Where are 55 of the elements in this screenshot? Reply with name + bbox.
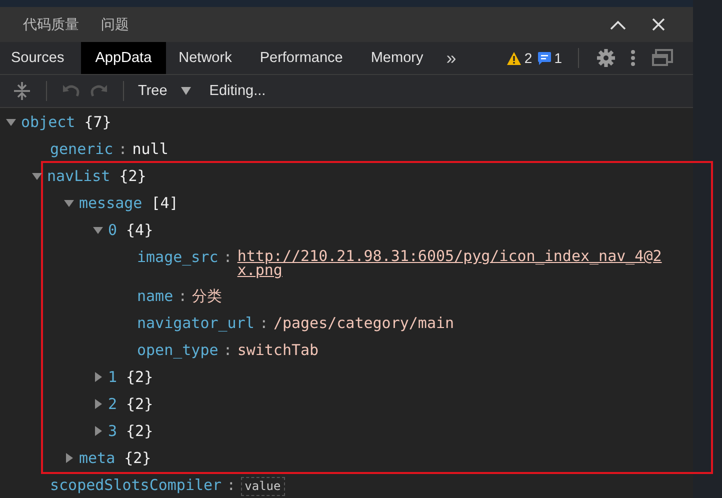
message-icon[interactable]: [538, 52, 552, 64]
property-key: scopedSlotsCompiler: [50, 477, 222, 493]
panel-tab[interactable]: Network: [168, 42, 247, 74]
panel-tab[interactable]: AppData: [81, 42, 166, 74]
property-key: meta: [79, 450, 116, 466]
child-count: {2}: [126, 423, 154, 439]
property-value: /pages/category/main: [273, 315, 454, 331]
warning-icon[interactable]: [507, 52, 522, 64]
property-key: generic: [50, 141, 114, 157]
property-value: null: [132, 141, 168, 157]
dropdown-caret-icon: [181, 87, 192, 95]
colon: :: [223, 249, 232, 265]
colon: :: [223, 342, 232, 358]
property-key: navList: [47, 168, 110, 184]
drawer-tab[interactable]: 代码质量: [12, 7, 90, 42]
property-key: name: [137, 288, 174, 304]
more-tabs-button[interactable]: »: [440, 42, 462, 74]
mode-dropdown[interactable]: Tree: [134, 83, 196, 99]
chevron-up-icon[interactable]: [610, 20, 626, 30]
panel-tab[interactable]: Sources: [0, 42, 80, 74]
child-count: [4]: [151, 195, 178, 211]
property-key: 2: [108, 396, 118, 412]
property-key: 3: [108, 423, 118, 439]
settings-icon[interactable]: [597, 49, 615, 67]
child-count: {4}: [126, 222, 154, 238]
property-value: 分类: [192, 288, 222, 304]
child-count: {2}: [126, 396, 154, 412]
colon: :: [259, 315, 268, 331]
dock-icon[interactable]: [651, 49, 673, 67]
child-count: {2}: [126, 369, 154, 385]
property-key: 1: [108, 369, 118, 385]
property-key: 0: [108, 222, 118, 238]
panel-tab[interactable]: Memory: [360, 42, 438, 74]
property-key: message: [79, 195, 142, 211]
colon: :: [178, 288, 188, 304]
child-count: {7}: [84, 114, 112, 130]
property-key: object: [21, 114, 76, 130]
editing-status: Editing...: [209, 83, 266, 99]
property-key: image_src: [137, 249, 218, 265]
collapse-all-icon[interactable]: [13, 82, 31, 100]
close-icon[interactable]: [652, 18, 665, 31]
message-count: 1: [554, 50, 562, 66]
property-value: switchTab: [237, 342, 319, 358]
panel-tab[interactable]: Performance: [248, 42, 358, 74]
child-count: {2}: [119, 168, 146, 184]
property-key: open_type: [137, 342, 218, 358]
url-link[interactable]: http://210.21.98.31:6005/pyg/icon_index_nav_4@2x.png: [237, 249, 678, 277]
more-options-icon[interactable]: [631, 50, 635, 66]
property-key: navigator_url: [137, 315, 254, 331]
child-count: {2}: [124, 450, 152, 466]
colon: :: [118, 141, 128, 157]
drawer-tab[interactable]: 问题: [90, 7, 140, 42]
warning-count: 2: [524, 50, 532, 66]
value-field[interactable]: value: [240, 477, 285, 496]
colon: :: [226, 477, 236, 493]
